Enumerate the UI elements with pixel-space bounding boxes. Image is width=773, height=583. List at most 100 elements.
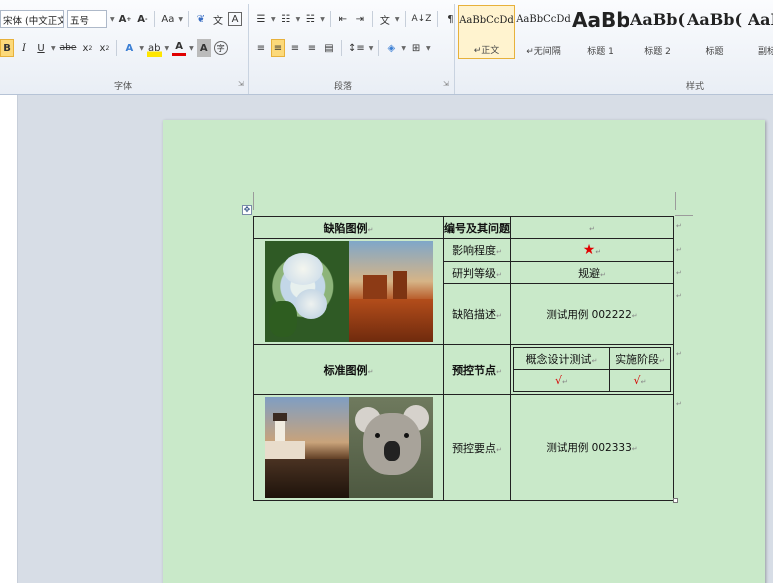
line-spacing-icon[interactable]: ↕≡ — [347, 39, 366, 57]
shading-icon[interactable]: ◈ — [384, 39, 398, 57]
para-mark: ↵ — [496, 270, 502, 279]
margin-mark — [253, 192, 254, 210]
row-end-mark: ↵ — [676, 292, 682, 300]
node-col2-cell[interactable]: 实施阶段↵ — [609, 347, 671, 370]
shrink-font-icon[interactable]: A- — [135, 10, 149, 28]
std-legend-cell[interactable]: 标准图例↵ — [253, 344, 444, 395]
star-icon: ★ — [582, 242, 596, 259]
judge-label-cell[interactable]: 研判等级↵ — [443, 261, 511, 285]
bullets-dropdown-icon[interactable]: ▼ — [271, 16, 276, 23]
style-normal[interactable]: AaBbCcDd ↵正文 — [458, 5, 515, 59]
style-heading-1[interactable]: AaBb 标题 1 — [572, 5, 629, 59]
change-case-icon[interactable]: Aa — [160, 10, 175, 28]
underline-icon[interactable]: U — [34, 39, 48, 57]
line-spacing-dropdown-icon[interactable]: ▼ — [369, 45, 374, 52]
divider — [341, 40, 342, 56]
font-dialog-launcher-icon[interactable]: ⇲ — [238, 80, 244, 88]
increase-indent-icon[interactable]: ⇥ — [353, 10, 367, 28]
distributed-icon[interactable]: ▤ — [322, 39, 336, 57]
style-heading-2[interactable]: AaBb( 标题 2 — [629, 5, 686, 59]
divider — [371, 11, 373, 27]
node-col1-cell[interactable]: 概念设计测试↵ — [513, 347, 610, 370]
style-preview: AaBb( — [686, 10, 743, 29]
para-mark: ↵ — [496, 445, 502, 454]
font-size-dropdown-icon[interactable]: ▼ — [110, 16, 115, 23]
strikethrough-icon[interactable]: abe — [59, 39, 78, 57]
align-center-icon[interactable]: ≡ — [271, 39, 285, 57]
char-shading-icon[interactable]: A — [196, 39, 211, 57]
sort-icon[interactable]: A↓Z — [411, 10, 433, 28]
highlight-icon[interactable]: ab — [147, 39, 162, 57]
para-mark: ↵ — [367, 225, 374, 234]
highlight-dropdown-icon[interactable]: ▼ — [165, 45, 170, 52]
style-title[interactable]: AaBb( 标题 — [686, 5, 743, 59]
align-right-icon[interactable]: ≡ — [288, 39, 302, 57]
align-left-icon[interactable]: ≡ — [254, 39, 268, 57]
desc-label: 缺陷描述 — [452, 308, 497, 322]
key-value-cell[interactable]: 测试用例 002333↵ — [510, 394, 674, 501]
bold-icon[interactable]: B — [0, 39, 14, 57]
paragraph-dialog-launcher-icon[interactable]: ⇲ — [443, 80, 449, 88]
numbering-icon[interactable]: ☷ — [279, 10, 293, 28]
row-end-mark: ↵ — [676, 222, 682, 230]
subscript-icon[interactable]: x2 — [80, 39, 94, 57]
desc-label-cell[interactable]: 缺陷描述↵ — [443, 283, 511, 345]
font-name-select[interactable]: 宋体 (中文正文) — [0, 10, 64, 28]
style-preview: AaBbCcDd — [516, 14, 571, 25]
show-marks-icon[interactable]: ¶ — [443, 10, 457, 28]
node-col1-label: 概念设计测试 — [525, 352, 592, 366]
std-images-cell[interactable] — [253, 394, 444, 501]
shading-dropdown-icon[interactable]: ▼ — [401, 45, 406, 52]
header-left-cell[interactable]: 缺陷图例↵ — [253, 216, 444, 239]
superscript-icon[interactable]: x2 — [97, 39, 111, 57]
enclose-char-icon[interactable]: 字 — [213, 41, 228, 55]
char-border-icon[interactable]: A — [228, 12, 242, 26]
underline-dropdown-icon[interactable]: ▼ — [51, 45, 56, 52]
borders-icon[interactable]: ⊞ — [409, 39, 423, 57]
text-effect-dropdown-icon[interactable]: ▼ — [139, 45, 144, 52]
para-mark: ↵ — [496, 312, 502, 321]
font-color-icon[interactable]: A — [172, 40, 187, 56]
borders-dropdown-icon[interactable]: ▼ — [426, 45, 431, 52]
font-size-select[interactable]: 五号 — [67, 10, 107, 28]
key-label-cell[interactable]: 预控要点↵ — [443, 394, 511, 501]
node-label-cell[interactable]: 预控节点↵ — [443, 344, 511, 395]
defect-images-cell[interactable] — [253, 238, 444, 345]
style-no-spacing[interactable]: AaBbCcDd ↵无间隔 — [515, 5, 572, 59]
divider — [116, 40, 118, 56]
font-group-label: 字体 — [114, 82, 133, 92]
font-color-dropdown-icon[interactable]: ▼ — [189, 45, 194, 52]
style-name: 副标题 — [757, 47, 773, 57]
table-move-handle[interactable]: ✥ — [242, 205, 252, 215]
node-label: 预控节点 — [452, 363, 497, 377]
defect-table: 缺陷图例↵ 编号及其问题 ↵ 影响程度↵ ★↵ 研判等级↵ 规避↵ 缺陷描述↵ … — [253, 216, 674, 501]
desc-value-cell[interactable]: 测试用例 002222↵ — [510, 283, 674, 345]
chinese-layout-icon[interactable]: 文 — [378, 10, 392, 28]
header-right-cell[interactable]: ↵ — [510, 216, 674, 239]
multilevel-dropdown-icon[interactable]: ▼ — [320, 16, 325, 23]
chinese-layout-dropdown-icon[interactable]: ▼ — [395, 16, 400, 23]
judge-value-cell[interactable]: 规避↵ — [510, 261, 674, 285]
node-subtable-cell: 概念设计测试↵ 实施阶段↵ √↵ √↵ — [510, 344, 674, 395]
para-mark: ↵ — [367, 367, 374, 376]
key-value: 测试用例 002333 — [546, 442, 632, 454]
text-effect-icon[interactable]: A — [122, 39, 136, 57]
italic-icon[interactable]: I — [17, 39, 31, 57]
impact-value-cell[interactable]: ★↵ — [510, 237, 674, 263]
justify-icon[interactable]: ≡ — [305, 39, 319, 57]
change-case-dropdown-icon[interactable]: ▼ — [178, 16, 183, 23]
clear-format-icon[interactable]: ❦ — [194, 10, 208, 28]
header-mid-cell[interactable]: 编号及其问题 — [443, 216, 511, 239]
multilevel-list-icon[interactable]: ☵ — [303, 10, 317, 28]
numbering-dropdown-icon[interactable]: ▼ — [296, 16, 301, 23]
decrease-indent-icon[interactable]: ⇤ — [336, 10, 350, 28]
phonetic-guide-icon[interactable]: 文 — [211, 10, 225, 28]
node-val2-cell[interactable]: √↵ — [609, 369, 671, 392]
grow-font-icon[interactable]: A + — [118, 10, 133, 28]
style-subtitle[interactable]: AaBb 副标题 — [743, 5, 773, 59]
divider — [404, 11, 406, 27]
table-resize-handle[interactable] — [673, 498, 678, 503]
node-val1-cell[interactable]: √↵ — [513, 369, 610, 392]
impact-label-cell[interactable]: 影响程度↵ — [443, 237, 511, 263]
bullets-icon[interactable]: ☰ — [254, 10, 268, 28]
